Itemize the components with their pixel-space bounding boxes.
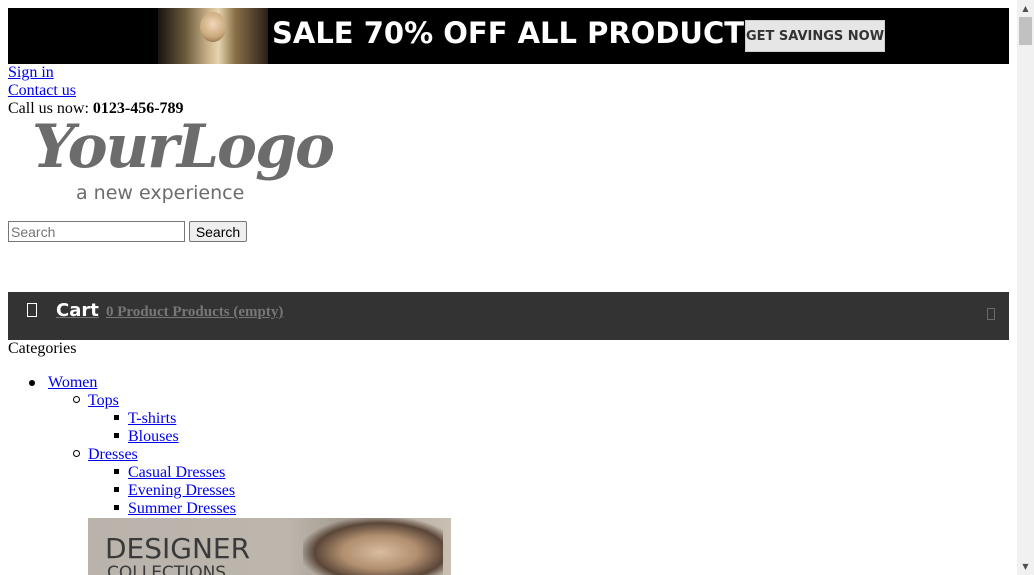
bullet-icon <box>114 505 119 510</box>
chevron-down-icon[interactable] <box>987 308 995 320</box>
bullet-icon <box>114 487 119 492</box>
cart-bar[interactable]: Cart 0 Product Products (empty) <box>8 292 1009 340</box>
vertical-scrollbar[interactable]: ▲ ▼ <box>1017 0 1034 575</box>
logo-wordmark: YourLogo <box>32 112 335 182</box>
cart-label[interactable]: Cart <box>56 300 99 321</box>
get-savings-button[interactable]: GET SAVINGS NOW <box>745 20 885 52</box>
designer-collections-banner[interactable]: DESIGNER COLLECTIONS <box>88 518 451 575</box>
category-summer-dresses[interactable]: Summer Dresses <box>128 500 236 518</box>
category-tops[interactable]: Tops <box>88 392 119 410</box>
bullet-icon <box>114 433 119 438</box>
promo-title: DESIGNER <box>105 532 251 565</box>
site-logo[interactable]: YourLogo a new experience <box>30 112 335 210</box>
cart-summary[interactable]: 0 Product Products (empty) <box>106 304 283 321</box>
banner-model-image <box>158 8 268 64</box>
sign-in-link[interactable]: Sign in <box>8 64 54 82</box>
banner-headline: SALE 70% OFF ALL PRODUCTS <box>272 16 765 50</box>
category-women[interactable]: Women <box>48 374 97 392</box>
categories-title: Categories <box>8 340 77 357</box>
sale-banner[interactable]: SALE 70% OFF ALL PRODUCTS GET SAVINGS NO… <box>8 8 1009 64</box>
category-casual-dresses[interactable]: Casual Dresses <box>128 464 225 482</box>
scroll-thumb[interactable] <box>1019 17 1032 45</box>
category-blouses[interactable]: Blouses <box>128 428 179 446</box>
bullet-icon <box>73 396 80 403</box>
category-t-shirts[interactable]: T-shirts <box>128 410 176 428</box>
bullet-icon <box>73 450 80 457</box>
cart-icon <box>27 303 37 317</box>
logo-tagline: a new experience <box>76 182 245 204</box>
page: SALE 70% OFF ALL PRODUCTS GET SAVINGS NO… <box>0 0 1017 575</box>
promo-subtitle: COLLECTIONS <box>107 563 227 575</box>
bullet-icon <box>114 415 119 420</box>
search-input[interactable] <box>8 221 185 242</box>
scroll-up-icon[interactable]: ▲ <box>1017 0 1034 17</box>
designer-model-image <box>303 518 443 575</box>
category-evening-dresses[interactable]: Evening Dresses <box>128 482 235 500</box>
search-button[interactable]: Search <box>189 221 247 242</box>
scroll-down-icon[interactable]: ▼ <box>1017 558 1034 575</box>
bullet-icon <box>29 380 35 386</box>
contact-us-link[interactable]: Contact us <box>8 82 76 100</box>
category-dresses[interactable]: Dresses <box>88 446 138 464</box>
bullet-icon <box>114 469 119 474</box>
